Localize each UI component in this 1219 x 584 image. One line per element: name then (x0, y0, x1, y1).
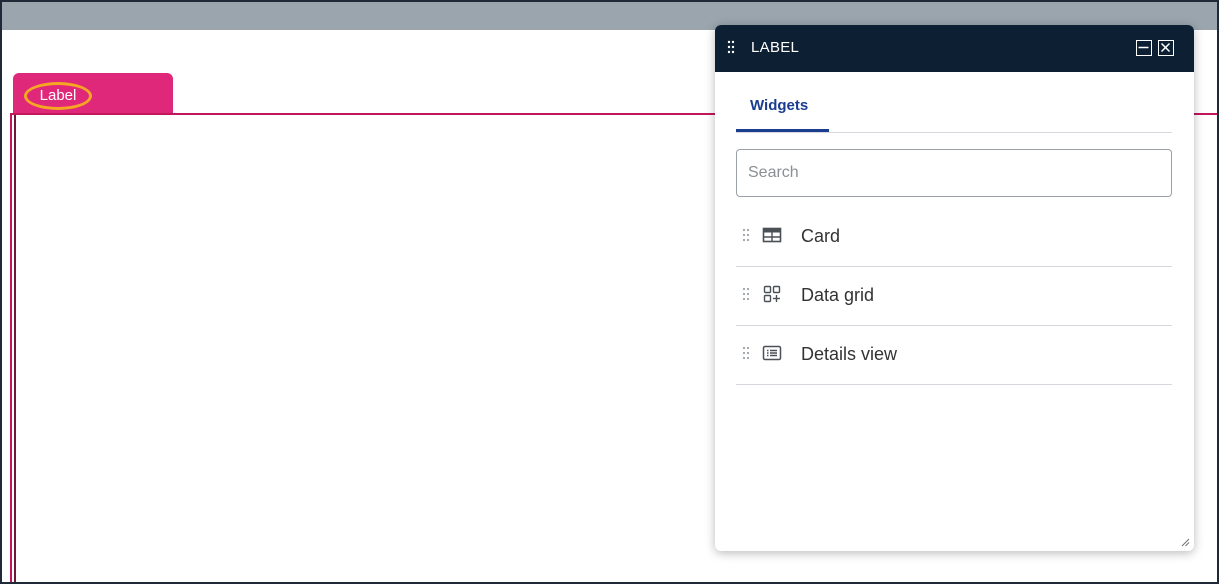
tab-widgets[interactable]: Widgets (750, 97, 808, 115)
drag-handle-icon[interactable] (727, 39, 735, 55)
drag-handle-icon[interactable] (742, 227, 750, 243)
minimize-button[interactable] (1136, 40, 1152, 56)
widget-label: Details view (801, 344, 898, 364)
details-view-icon (762, 345, 782, 361)
drag-handle-icon[interactable] (742, 286, 750, 302)
widget-list: Card Data grid Details view (736, 208, 1172, 385)
widget-item-details-view[interactable]: Details view (736, 326, 1172, 385)
widget-label: Card (801, 226, 841, 246)
app-window: Label LABEL Widgets Search Card Data gri… (0, 0, 1219, 584)
drag-handle-icon[interactable] (742, 345, 750, 361)
resize-handle-icon[interactable] (1180, 537, 1190, 547)
data-grid-icon (763, 285, 781, 303)
widget-panel: LABEL Widgets Search Card Data grid Deta… (715, 25, 1194, 551)
active-tab-indicator (736, 129, 829, 132)
card-icon (762, 227, 782, 243)
panel-tabs: Widgets (736, 72, 1172, 133)
close-icon (1160, 42, 1171, 53)
panel-title: LABEL (751, 39, 800, 56)
minimize-icon (1138, 46, 1149, 49)
widget-item-data-grid[interactable]: Data grid (736, 267, 1172, 326)
widget-label: Data grid (801, 285, 875, 305)
page-tab[interactable]: Label (13, 73, 173, 113)
page-tab-label: Label (24, 82, 92, 110)
search-input[interactable] (736, 149, 1172, 197)
widget-item-card[interactable]: Card (736, 208, 1172, 267)
panel-header[interactable]: LABEL (715, 25, 1194, 72)
close-button[interactable] (1158, 40, 1174, 56)
